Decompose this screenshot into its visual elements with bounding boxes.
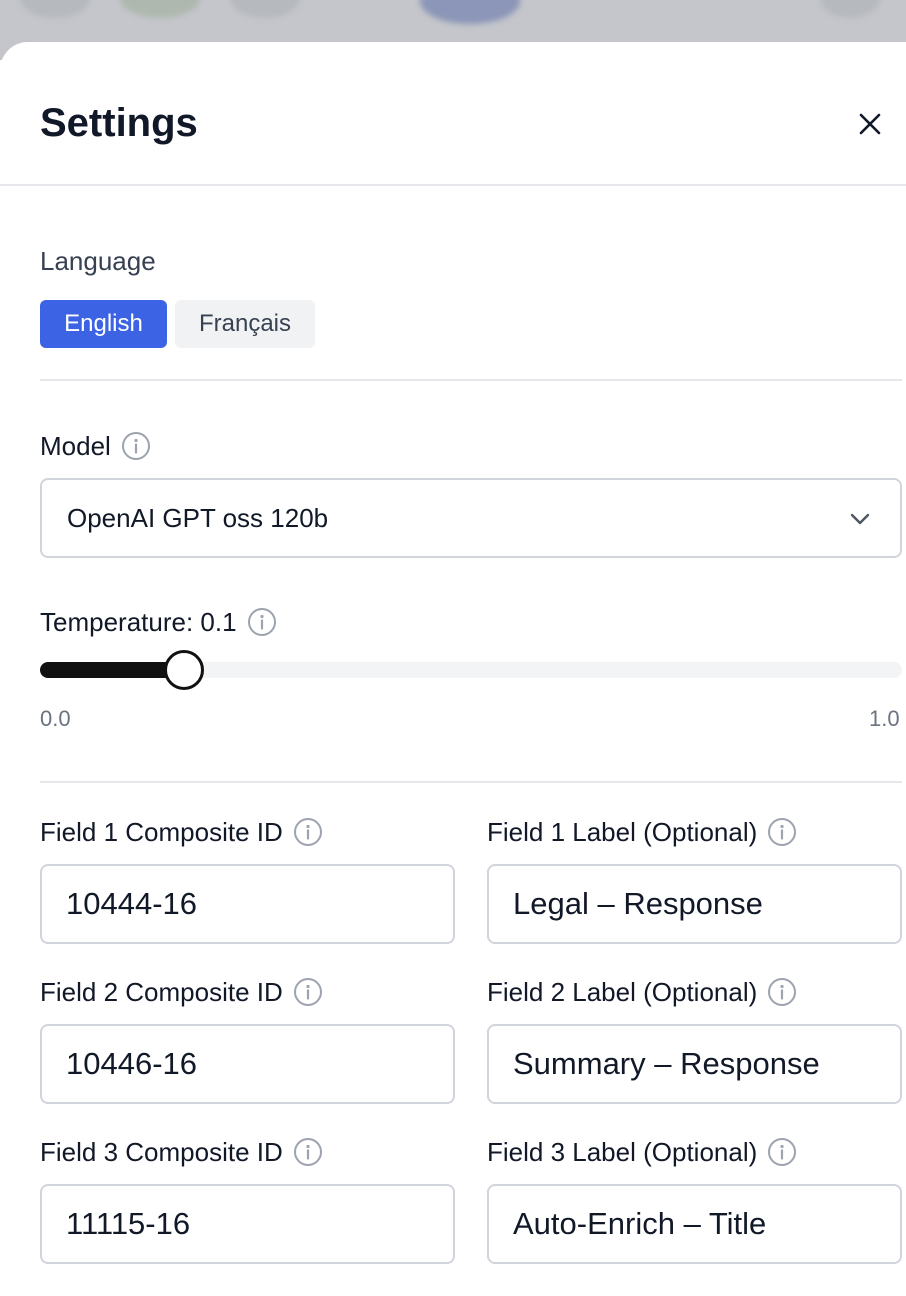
- field-2-composite-id-input[interactable]: [40, 1024, 455, 1104]
- field-2-id-label: Field 2 Composite ID: [40, 977, 283, 1007]
- background-blur-shape: [820, 0, 880, 18]
- field-2-label-label: Field 2 Label (Optional): [487, 977, 758, 1007]
- field-3-composite-id-input[interactable]: [40, 1184, 455, 1264]
- info-icon[interactable]: [293, 817, 323, 847]
- temperature-slider-fill: [40, 662, 185, 678]
- temperature-label-row: Temperature: 0.1: [40, 606, 277, 638]
- background-blur-shape: [20, 0, 90, 18]
- info-icon[interactable]: [121, 431, 151, 461]
- chevron-down-icon: [850, 513, 870, 525]
- field-1-id-label: Field 1 Composite ID: [40, 817, 283, 847]
- language-option-english[interactable]: English: [40, 300, 167, 348]
- field-2-label-label-row: Field 2 Label (Optional): [487, 976, 797, 1008]
- language-label: Language: [40, 246, 156, 276]
- close-button[interactable]: [848, 102, 892, 146]
- info-icon[interactable]: [293, 977, 323, 1007]
- model-select-value: OpenAI GPT oss 120b: [67, 503, 329, 533]
- background-blur-shape: [120, 0, 200, 18]
- background-blur-shape: [420, 0, 520, 24]
- field-1-label-label-row: Field 1 Label (Optional): [487, 816, 797, 848]
- section-divider: [40, 781, 902, 783]
- info-icon[interactable]: [767, 817, 797, 847]
- model-select[interactable]: OpenAI GPT oss 120b: [40, 478, 902, 558]
- field-3-label-label: Field 3 Label (Optional): [487, 1137, 758, 1167]
- model-label: Model: [40, 431, 111, 461]
- field-3-label-label-row: Field 3 Label (Optional): [487, 1136, 797, 1168]
- field-1-composite-id-input[interactable]: [40, 864, 455, 944]
- field-1-label-input[interactable]: [487, 864, 902, 944]
- language-option-french[interactable]: Français: [175, 300, 315, 348]
- temperature-max-label: 1.0: [869, 706, 900, 731]
- close-icon: [859, 113, 881, 135]
- field-3-id-label-row: Field 3 Composite ID: [40, 1136, 323, 1168]
- info-icon[interactable]: [293, 1137, 323, 1167]
- info-icon[interactable]: [767, 977, 797, 1007]
- temperature-min-label: 0.0: [40, 706, 71, 731]
- model-label-row: Model: [40, 430, 151, 462]
- settings-header: Settings: [0, 42, 906, 186]
- field-1-id-label-row: Field 1 Composite ID: [40, 816, 323, 848]
- field-2-label-input[interactable]: [487, 1024, 902, 1104]
- section-divider: [40, 379, 902, 381]
- info-icon[interactable]: [247, 607, 277, 637]
- field-3-label-input[interactable]: [487, 1184, 902, 1264]
- field-3-id-label: Field 3 Composite ID: [40, 1137, 283, 1167]
- temperature-label: Temperature: 0.1: [40, 607, 237, 637]
- temperature-slider[interactable]: [40, 650, 902, 690]
- field-2-id-label-row: Field 2 Composite ID: [40, 976, 323, 1008]
- field-1-label-label: Field 1 Label (Optional): [487, 817, 758, 847]
- settings-panel: Settings Language English Français Model…: [0, 42, 906, 1296]
- background-blur-shape: [230, 0, 300, 18]
- info-icon[interactable]: [767, 1137, 797, 1167]
- temperature-slider-thumb[interactable]: [164, 650, 205, 690]
- page-title: Settings: [40, 101, 198, 145]
